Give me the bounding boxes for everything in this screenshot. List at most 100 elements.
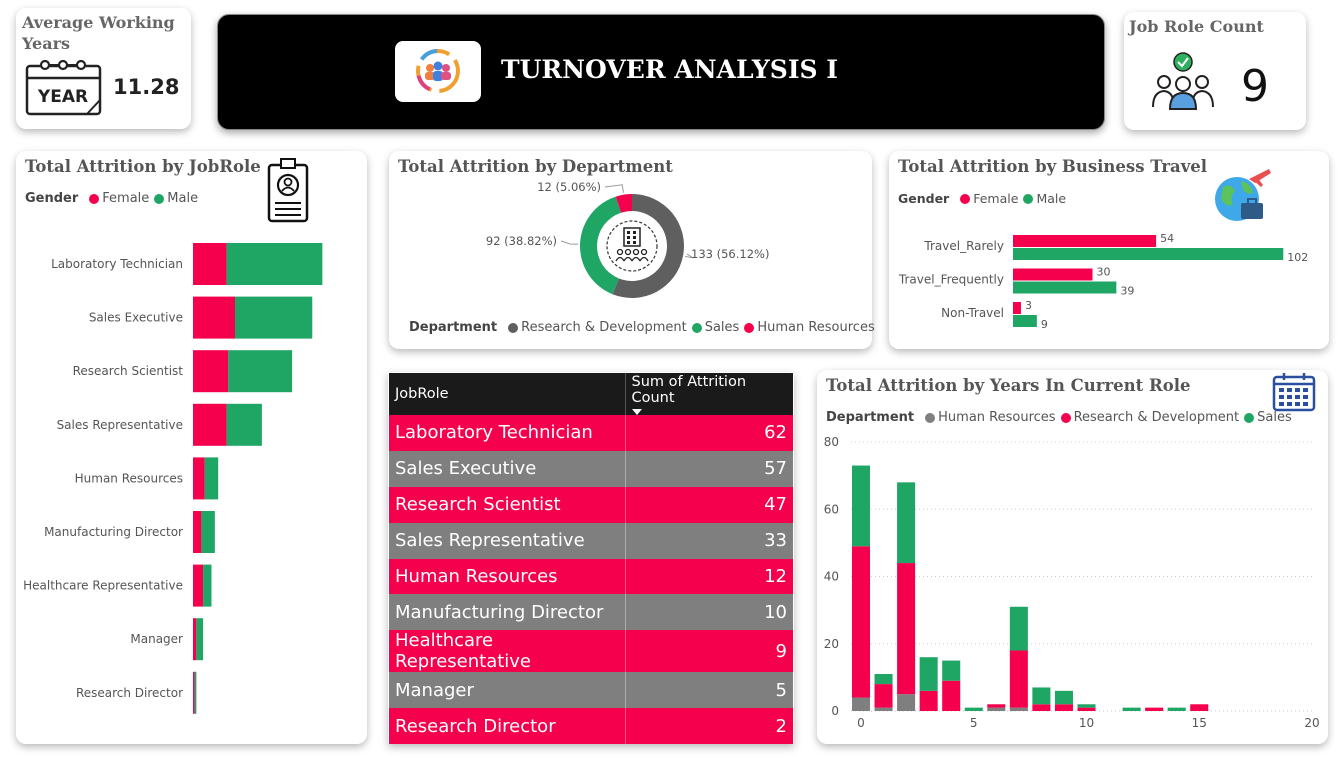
bar-female[interactable]: [193, 457, 205, 500]
bar-segment[interactable]: [851, 465, 871, 547]
legend-item-sales[interactable]: Sales: [687, 320, 739, 335]
table-row[interactable]: Sales Executive 57: [389, 450, 793, 487]
bar-segment[interactable]: [1054, 690, 1073, 705]
chart-legend: Department Research & Development Sales …: [409, 320, 875, 335]
bar-segment[interactable]: [1077, 707, 1096, 711]
chart-title: Total Attrition by JobRole: [25, 157, 261, 176]
legend-item-rnd[interactable]: Research & Development: [1056, 410, 1239, 425]
bar-male[interactable]: [235, 296, 313, 339]
bar-segment[interactable]: [987, 707, 1006, 711]
bar-female[interactable]: [193, 350, 229, 393]
bar-segment[interactable]: [897, 694, 916, 711]
bar-segment[interactable]: [874, 707, 893, 711]
table-row[interactable]: Manufacturing Director 10: [389, 594, 793, 631]
bar-segment[interactable]: [919, 690, 938, 711]
bar-segment[interactable]: [874, 684, 893, 708]
bar-segment[interactable]: [1009, 606, 1028, 651]
table-row[interactable]: Human Resources 12: [389, 558, 793, 595]
y-tick-label: Non-Travel: [941, 306, 1004, 320]
bar-segment[interactable]: [1190, 704, 1209, 711]
bar-male[interactable]: [194, 671, 197, 714]
kpi-value: 11.28: [113, 75, 180, 99]
bar-segment[interactable]: [1077, 704, 1096, 708]
bar-segment[interactable]: [851, 546, 871, 698]
table-row[interactable]: Research Scientist 47: [389, 486, 793, 523]
y-tick-label: Research Director: [76, 686, 183, 700]
bar-segment[interactable]: [874, 674, 893, 685]
legend-item-hr[interactable]: Human Resources: [920, 410, 1056, 425]
bar-male[interactable]: [1013, 248, 1284, 260]
bar-male[interactable]: [201, 511, 215, 553]
bar-male[interactable]: [1013, 281, 1117, 294]
bar-segment[interactable]: [1167, 707, 1186, 711]
y-tick-label: 20: [824, 637, 839, 651]
bar-segment[interactable]: [1032, 704, 1051, 711]
bar-segment[interactable]: [1009, 650, 1028, 708]
bar-segment[interactable]: [897, 563, 916, 695]
bar-male[interactable]: [228, 350, 293, 393]
building-icon: [606, 220, 658, 272]
bar-segment[interactable]: [897, 482, 916, 564]
bar-segment[interactable]: [987, 704, 1006, 708]
bar-male[interactable]: [204, 457, 219, 500]
table-header-attrition[interactable]: Sum of Attrition Count: [624, 373, 793, 415]
team-approved-icon: [1152, 52, 1214, 110]
bar-female[interactable]: [193, 564, 204, 607]
bar-segment[interactable]: [964, 707, 983, 711]
calendar-year-icon: YEAR: [25, 59, 102, 116]
bar-male[interactable]: [203, 564, 212, 607]
bar-male[interactable]: [1013, 315, 1037, 327]
bar-female[interactable]: [193, 403, 227, 446]
bar-segment[interactable]: [1054, 704, 1073, 711]
table-row[interactable]: Laboratory Technician 62: [389, 415, 793, 451]
bar-female[interactable]: [1013, 302, 1021, 314]
table-cell-attrition: 62: [624, 415, 793, 451]
jobrole-attrition-table: JobRole Sum of Attrition Count Laborator…: [388, 372, 794, 745]
team-logo-icon: [395, 41, 481, 102]
data-label: 102: [1287, 251, 1308, 264]
legend-item-male[interactable]: Male: [1018, 191, 1066, 206]
legend-item-sales[interactable]: Sales: [1239, 410, 1292, 425]
table-row[interactable]: Research Director 2: [389, 708, 793, 745]
year-icon-label: YEAR: [37, 87, 88, 107]
table-cell-jobrole: Sales Executive: [389, 450, 625, 487]
bar-male[interactable]: [196, 618, 204, 661]
bar-segment[interactable]: [942, 660, 961, 681]
bar-segment[interactable]: [1122, 707, 1141, 711]
legend-item-rnd[interactable]: Research & Development: [503, 320, 687, 335]
chart-card-department: Total Attrition by Department 133 (56.12…: [389, 151, 875, 349]
bar-female[interactable]: [193, 243, 227, 285]
table-cell-attrition: 9: [624, 630, 793, 673]
bar-female[interactable]: [193, 296, 235, 339]
legend-item-female[interactable]: Female: [84, 191, 149, 206]
bar-segment[interactable]: [851, 697, 871, 711]
table-cell-attrition: 2: [624, 708, 793, 745]
y-tick-label: 40: [824, 570, 839, 584]
legend-item-hr[interactable]: Human Resources: [739, 320, 875, 335]
table-header-jobrole[interactable]: JobRole: [389, 373, 625, 415]
bar-segment[interactable]: [1032, 687, 1051, 705]
bar-male[interactable]: [226, 403, 262, 446]
table-row[interactable]: Healthcare Representative 9: [389, 630, 793, 673]
chart-legend: Gender Female Male: [25, 191, 198, 206]
bar-female[interactable]: [1013, 268, 1093, 281]
bar-female[interactable]: [1013, 235, 1157, 247]
table-row[interactable]: Sales Representative 33: [389, 522, 793, 559]
bar-segment[interactable]: [919, 657, 938, 691]
chart-legend: Gender Female Male: [898, 191, 1066, 206]
table-cell-jobrole: Sales Representative: [389, 522, 625, 559]
table-cell-jobrole: Manager: [389, 672, 625, 709]
bar-female[interactable]: [193, 618, 197, 661]
bar-segment[interactable]: [942, 680, 961, 711]
bar-segment[interactable]: [1145, 707, 1164, 711]
legend-item-male[interactable]: Male: [149, 191, 198, 206]
bar-segment[interactable]: [1009, 707, 1028, 711]
bar-male[interactable]: [226, 243, 323, 285]
y-tick-label: Sales Representative: [57, 418, 183, 432]
bar-female[interactable]: [193, 511, 202, 553]
leader-line: [560, 240, 579, 245]
table-cell-attrition: 57: [624, 450, 793, 487]
bar-female[interactable]: [193, 671, 195, 714]
table-row[interactable]: Manager 5: [389, 672, 793, 709]
legend-item-female[interactable]: Female: [955, 191, 1018, 206]
